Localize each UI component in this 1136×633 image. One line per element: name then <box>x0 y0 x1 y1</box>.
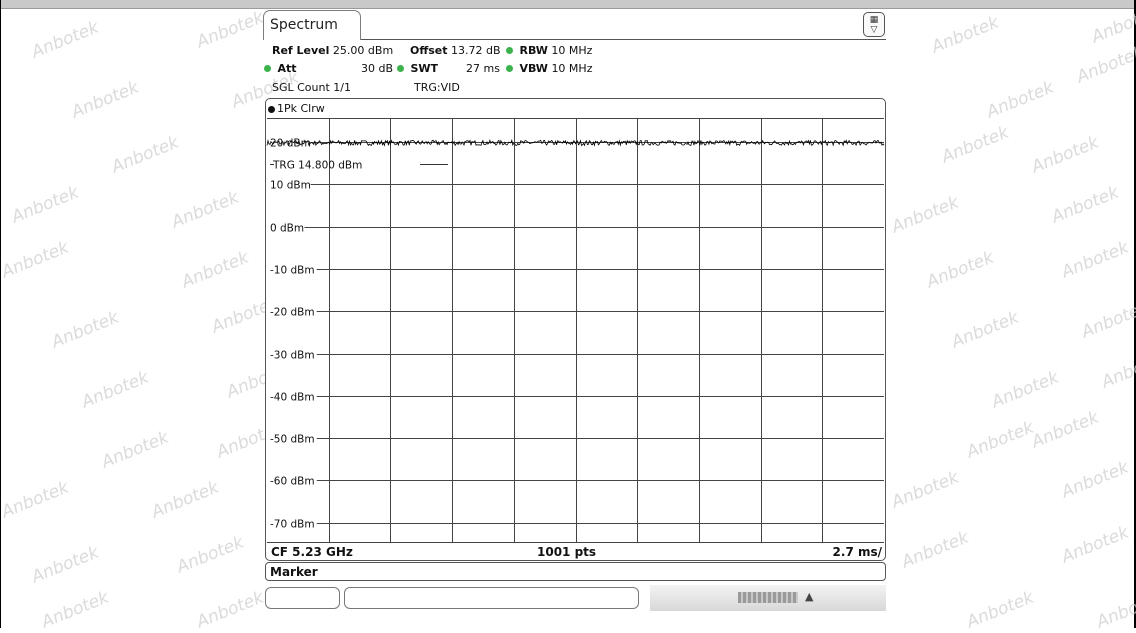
y-tick-label: 0 dBm <box>270 223 304 235</box>
measure-icon: ▲ <box>805 590 814 603</box>
trigger-line-group: TRG 14.800 dBm <box>270 160 448 172</box>
marker-bar[interactable]: Marker <box>265 562 886 581</box>
time-per-division: 2.7 ms/ <box>832 545 882 559</box>
softkey-2[interactable] <box>344 587 639 609</box>
marker-bar-label: Marker <box>270 565 318 579</box>
y-tick-label: -60 dBm <box>270 476 315 488</box>
y-tick-label: -70 dBm <box>270 519 315 531</box>
y-tick-label: 20 dBm <box>270 138 311 150</box>
spectrum-plot: 20 dBm 10 dBm 0 dBm -10 dBm -20 dBm -30 dBm -4… <box>266 118 885 543</box>
y-tick-labels: 20 dBm 10 dBm 0 dBm -10 dBm -20 dBm -30 dBm -4… <box>270 138 315 531</box>
y-tick-label: -10 dBm <box>270 265 315 277</box>
y-tick-label: -20 dBm <box>270 307 315 319</box>
y-tick-label: -40 dBm <box>270 392 315 404</box>
y-tick-label: -50 dBm <box>270 434 315 446</box>
center-frequency: CF 5.23 GHz <box>271 545 353 559</box>
y-tick-label: -30 dBm <box>270 350 315 362</box>
sweep-points: 1001 pts <box>537 545 597 559</box>
y-tick-label: 10 dBm <box>270 180 311 192</box>
softkey-1[interactable] <box>265 587 340 609</box>
level-meter <box>738 592 798 603</box>
grid <box>267 118 884 543</box>
trigger-label: TRG 14.800 dBm <box>272 160 362 172</box>
diagram-footer: CF 5.23 GHz 1001 pts 2.7 ms/ <box>266 543 885 561</box>
